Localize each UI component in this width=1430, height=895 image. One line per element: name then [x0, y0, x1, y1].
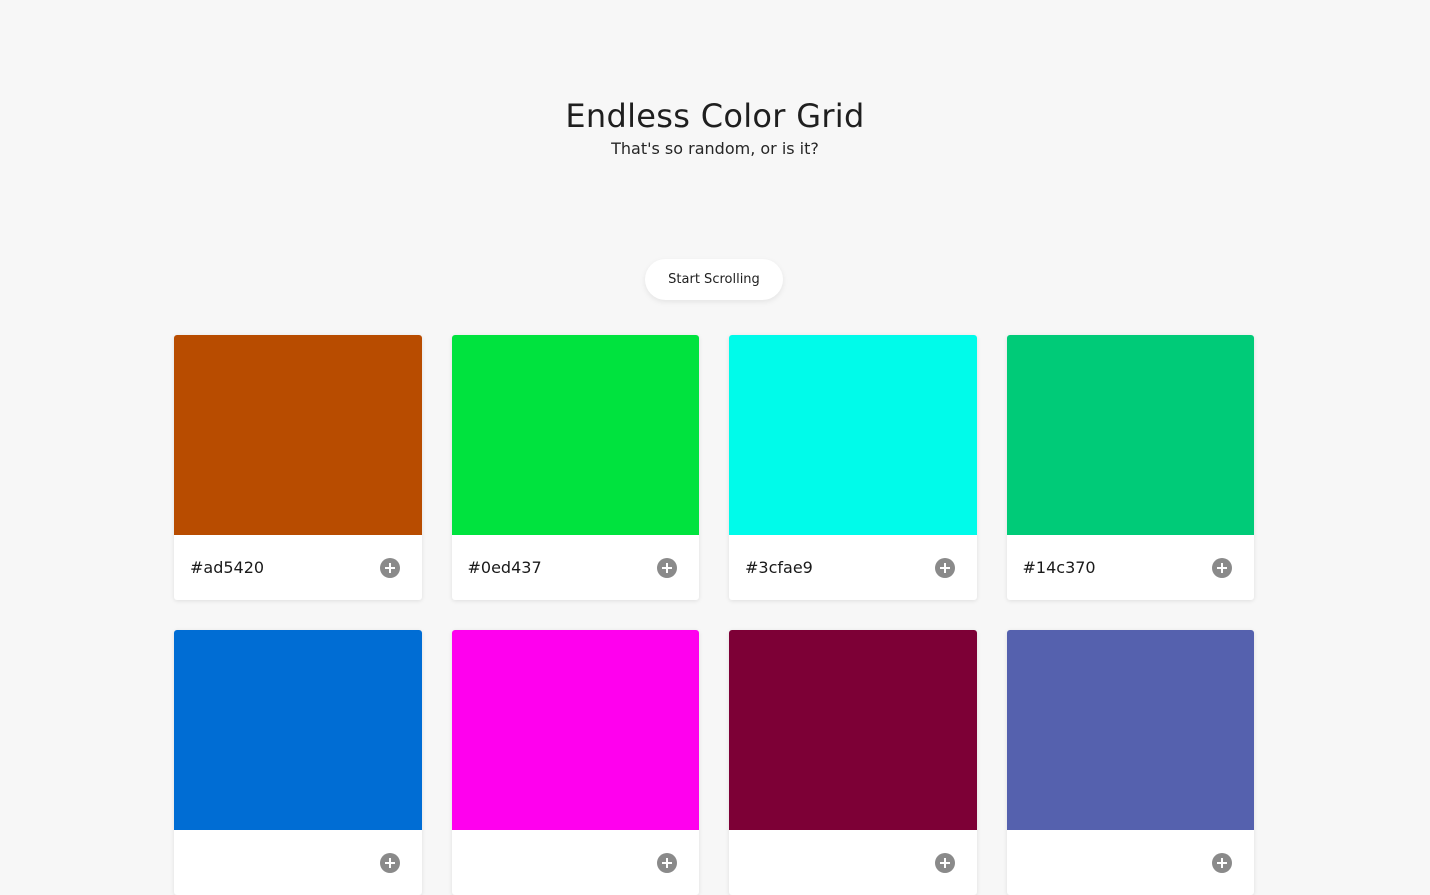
color-swatch[interactable] — [1006, 335, 1254, 535]
plus-circle-icon[interactable] — [934, 852, 955, 873]
color-card — [729, 630, 977, 895]
color-swatch[interactable] — [1006, 630, 1254, 830]
color-swatch[interactable] — [174, 335, 422, 535]
plus-circle-icon[interactable] — [1212, 852, 1232, 873]
color-card-footer: #3cfae9 — [729, 535, 977, 600]
plus-circle-icon[interactable] — [657, 557, 677, 578]
color-swatch[interactable] — [729, 630, 977, 830]
color-swatch[interactable] — [174, 630, 422, 830]
color-hex-label: #0ed437 — [467, 558, 542, 577]
color-card — [174, 630, 422, 895]
color-card — [1006, 630, 1255, 895]
color-card-footer: #0ed437 — [452, 535, 700, 600]
color-swatch[interactable] — [729, 335, 977, 535]
color-card: #0ed437 — [451, 335, 700, 600]
color-card — [451, 630, 700, 895]
plus-circle-icon[interactable] — [379, 852, 400, 873]
color-card-footer — [729, 830, 977, 895]
color-card-footer — [174, 830, 422, 895]
color-card: #ad5420 — [174, 335, 422, 600]
start-scrolling-button[interactable]: Start Scrolling — [645, 259, 783, 300]
color-card-footer — [452, 830, 700, 895]
color-hex-label: #3cfae9 — [745, 558, 813, 577]
color-card: #14c370 — [1006, 335, 1255, 600]
plus-circle-icon[interactable] — [379, 557, 400, 578]
color-card: #3cfae9 — [729, 335, 977, 600]
color-hex-label: #14c370 — [1022, 558, 1096, 577]
color-hex-label: #ad5420 — [190, 558, 265, 577]
color-card-footer — [1007, 830, 1255, 895]
plus-circle-icon[interactable] — [1212, 557, 1232, 578]
color-swatch[interactable] — [451, 335, 699, 535]
color-card-footer: #ad5420 — [174, 535, 422, 600]
page-title: Endless Color Grid — [565, 97, 865, 135]
plus-circle-icon[interactable] — [657, 852, 677, 873]
color-card-footer: #14c370 — [1007, 535, 1255, 600]
color-grid: #ad5420 #0ed437 #3cfae9 #14c370 — [174, 335, 1254, 895]
color-swatch[interactable] — [451, 630, 699, 830]
page-subtitle: That's so random, or is it? — [611, 139, 819, 158]
plus-circle-icon[interactable] — [934, 557, 955, 578]
